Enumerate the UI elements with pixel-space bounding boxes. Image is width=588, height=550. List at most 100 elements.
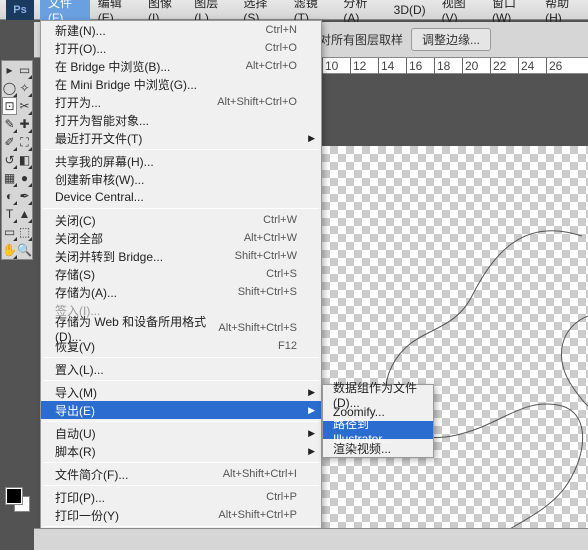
heal-tool-icon[interactable]: ✚ [17,115,32,133]
menu-item-shortcut: F12 [278,340,297,352]
menu-item[interactable]: 创建新审核(W)... [41,170,321,188]
blur-tool-icon[interactable]: ● [17,169,32,187]
menu-item-shortcut: Alt+Shift+Ctrl+I [223,468,297,480]
menu-item-shortcut: Shift+Ctrl+W [235,250,297,262]
menu-item[interactable]: 文件简介(F)...Alt+Shift+Ctrl+I [41,465,321,483]
hand-tool-icon[interactable]: ✋ [2,241,17,259]
menu-item-label: Device Central... [55,190,297,204]
magic-wand-tool-icon[interactable]: ✧ [17,79,32,97]
crop-tool-icon[interactable]: ✂ [17,97,32,115]
menu-item-label: 自动(U) [55,425,297,442]
path-artwork [322,146,588,550]
menu-item-shortcut: Ctrl+S [266,268,297,280]
menu-item-label: 存储为(A)... [55,284,238,301]
menu-item-shortcut: Shift+Ctrl+S [238,286,297,298]
menu-item[interactable]: 置入(L)... [41,360,321,378]
submenu-item[interactable]: 数据组作为文件(D)... [323,385,433,403]
menu-item-label: 新建(N)... [55,22,266,39]
foreground-color-swatch[interactable] [6,488,22,504]
3d-tool-icon[interactable]: ⬚ [17,223,32,241]
menu-item[interactable]: 打开为...Alt+Shift+Ctrl+O [41,93,321,111]
menu-item-label: 打开(O)... [55,40,265,57]
menu-item[interactable]: 自动(U) ▶ [41,424,321,442]
document-canvas[interactable] [322,146,588,550]
menu-item-label: 脚本(R) [55,443,297,460]
menu-separator [43,526,319,527]
menu-item[interactable]: 打开(O)...Ctrl+O [41,39,321,57]
menu-item-label: 导出(E) [55,402,297,419]
menu-item-label: 恢复(V) [55,338,278,355]
zoom-tool-icon[interactable]: 🔍 [17,241,32,259]
pen-tool-icon[interactable]: ✒ [17,187,32,205]
menu-item-label: 共享我的屏幕(H)... [55,153,297,170]
menu-item[interactable]: 最近打开文件(T) ▶ [41,129,321,147]
menu-item-label: 创建新审核(W)... [55,171,297,188]
menu-item-shortcut: Alt+Ctrl+W [244,232,297,244]
menu-item-label: 打开为... [55,94,217,111]
menu-separator [43,149,319,150]
horizontal-ruler: 10 12 14 16 18 20 22 24 26 [322,58,588,74]
menu-item[interactable]: 导入(M)▶ [41,383,321,401]
ruler-tick: 18 [437,59,450,73]
menu-item[interactable]: 关闭全部Alt+Ctrl+W [41,229,321,247]
menu-item-label: 打印(P)... [55,489,266,506]
canvas-gray-area [322,74,588,146]
menu-3d[interactable]: 3D(D) [386,1,434,19]
stamp-tool-icon[interactable]: ⛶ [17,133,32,151]
menu-item[interactable]: 恢复(V)F12 [41,337,321,355]
menu-item-shortcut: Alt+Shift+Ctrl+P [218,509,297,521]
menu-item[interactable]: 脚本(R)▶ [41,442,321,460]
eraser-tool-icon[interactable]: ◧ [17,151,32,169]
menu-item-label: 打开为智能对象... [55,112,297,129]
ruler-tick: 22 [493,59,506,73]
menu-item-label: 存储(S) [55,266,266,283]
menu-item[interactable]: Device Central... [41,188,321,206]
menu-item-shortcut: Alt+Ctrl+O [246,60,297,72]
menu-item[interactable]: 存储为(A)...Shift+Ctrl+S [41,283,321,301]
shape-tool-icon[interactable]: ▭ [2,223,17,241]
menu-item[interactable]: 存储(S)Ctrl+S [41,265,321,283]
menu-item[interactable]: 在 Mini Bridge 中浏览(G)... [41,75,321,93]
gradient-tool-icon[interactable]: ▦ [2,169,17,187]
menu-item-label: 导入(M) [55,384,297,401]
menu-item[interactable]: 导出(E)▶ [41,401,321,419]
menu-item-label: 关闭全部 [55,230,244,247]
eyedropper-tool-icon[interactable]: ✎ [2,115,17,133]
menu-item[interactable]: 打开为智能对象... [41,111,321,129]
brush-tool-icon[interactable]: ✐ [2,133,17,151]
menu-item[interactable]: 关闭并转到 Bridge...Shift+Ctrl+W [41,247,321,265]
menu-item-shortcut: Alt+Shift+Ctrl+O [217,96,297,108]
menu-item[interactable]: 打印一份(Y)Alt+Shift+Ctrl+P [41,506,321,524]
type-tool-icon[interactable]: T [2,205,17,223]
submenu-item[interactable]: 路径到 Illustrator... [323,421,433,439]
menu-item[interactable]: 关闭(C)Ctrl+W [41,211,321,229]
export-submenu: 数据组作为文件(D)...Zoomify...路径到 Illustrator..… [322,384,434,458]
menu-item-shortcut: Ctrl+W [263,214,297,226]
history-brush-tool-icon[interactable]: ↺ [2,151,17,169]
status-bar [34,528,588,550]
menu-item-shortcut: Ctrl+O [265,42,297,54]
menu-item[interactable]: 打印(P)...Ctrl+P [41,488,321,506]
quick-select-tool-icon[interactable]: ⊡ [2,97,17,115]
ruler-tick: 12 [353,59,366,73]
file-menu-dropdown: 新建(N)...Ctrl+N打开(O)...Ctrl+O在 Bridge 中浏览… [40,20,322,548]
ruler-tick: 14 [381,59,394,73]
move-tool-icon[interactable]: ▸ [2,61,17,79]
menu-item[interactable]: 共享我的屏幕(H)... [41,152,321,170]
refine-edge-button[interactable]: 调整边缘... [411,28,491,51]
submenu-arrow-icon: ▶ [308,133,315,144]
menu-item[interactable]: 新建(N)...Ctrl+N [41,21,321,39]
lasso-tool-icon[interactable]: ◯ [2,79,17,97]
menu-item-label: 最近打开文件(T) [55,130,297,147]
menu-item[interactable]: 存储为 Web 和设备所用格式(D)...Alt+Shift+Ctrl+S [41,319,321,337]
menu-item-label: 文件简介(F)... [55,466,223,483]
path-select-tool-icon[interactable]: ▲ [17,205,32,223]
color-swatches [4,486,32,526]
marquee-tool-icon[interactable]: ▭ [17,61,32,79]
menu-separator [43,462,319,463]
menu-item-label: 关闭并转到 Bridge... [55,248,235,265]
menu-item[interactable]: 在 Bridge 中浏览(B)...Alt+Ctrl+O [41,57,321,75]
dodge-tool-icon[interactable]: ◐ [2,187,17,205]
submenu-arrow-icon: ▶ [308,428,315,439]
ruler-tick: 16 [409,59,422,73]
